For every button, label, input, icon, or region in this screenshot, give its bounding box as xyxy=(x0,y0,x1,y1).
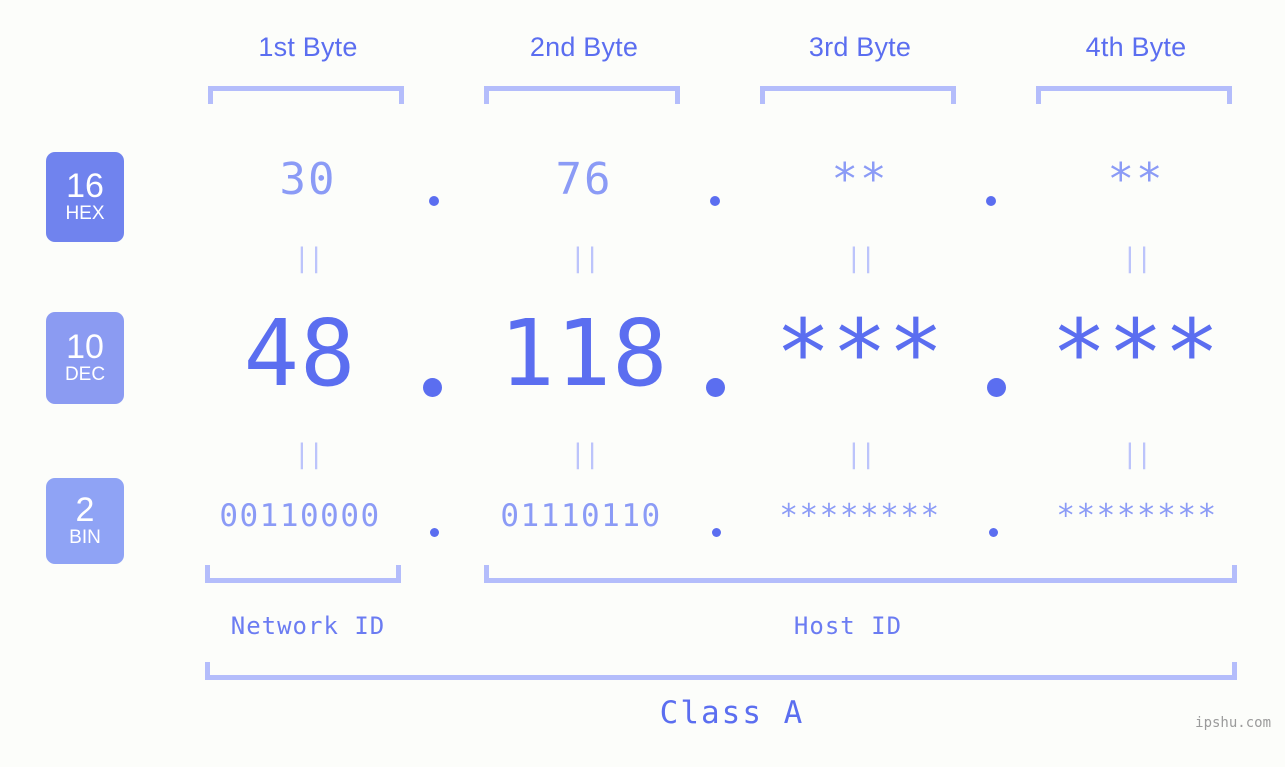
hex-byte-3: ** xyxy=(831,154,889,205)
byte-bracket-3 xyxy=(760,86,956,104)
network-id-bracket xyxy=(205,565,401,583)
equality-bar-dec-bin-3: || xyxy=(845,439,877,470)
base-badge-dec: 10 DEC xyxy=(46,312,124,404)
hex-byte-4: ** xyxy=(1107,154,1165,205)
dec-dot-3 xyxy=(987,378,1006,397)
byte-bracket-2 xyxy=(484,86,680,104)
equality-bar-hex-dec-4: || xyxy=(1121,243,1153,274)
network-id-label: Network ID xyxy=(230,612,386,640)
hex-dot-2 xyxy=(710,196,720,206)
byte-header-2: 2nd Byte xyxy=(529,32,639,62)
base-badge-dec-number: 10 xyxy=(66,328,104,366)
dec-byte-1: 48 xyxy=(243,300,357,407)
host-id-bracket xyxy=(484,565,1237,583)
ip-address-breakdown-diagram: 1st Byte 2nd Byte 3rd Byte 4th Byte 16 H… xyxy=(0,0,1285,767)
class-label: Class A xyxy=(659,695,805,731)
base-badge-bin-label: BIN xyxy=(69,527,101,548)
bin-byte-1: 00110000 xyxy=(219,498,381,534)
base-badge-dec-label: DEC xyxy=(64,364,106,385)
byte-header-1: 1st Byte xyxy=(258,32,358,62)
equality-bar-dec-bin-4: || xyxy=(1121,439,1153,470)
base-badge-hex-label: HEX xyxy=(65,203,105,224)
equality-bar-hex-dec-2: || xyxy=(569,243,601,274)
byte-header-3: 3rd Byte xyxy=(808,32,912,62)
class-bracket xyxy=(205,662,1237,680)
hex-dot-1 xyxy=(429,196,439,206)
base-badge-bin: 2 BIN xyxy=(46,478,124,564)
base-badge-bin-number: 2 xyxy=(75,491,95,529)
equality-bar-dec-bin-1: || xyxy=(293,439,325,470)
byte-bracket-4 xyxy=(1036,86,1232,104)
bin-dot-1 xyxy=(430,528,439,537)
hex-dot-3 xyxy=(986,196,996,206)
base-badge-hex-number: 16 xyxy=(66,167,104,205)
bin-byte-3: ******** xyxy=(779,498,941,534)
equality-bar-dec-bin-2: || xyxy=(569,439,601,470)
bin-dot-2 xyxy=(712,528,721,537)
bin-byte-2: 01110110 xyxy=(500,498,662,534)
dec-byte-4: *** xyxy=(1051,300,1221,407)
byte-bracket-1 xyxy=(208,86,404,104)
host-id-label: Host ID xyxy=(793,612,903,640)
equality-bar-hex-dec-3: || xyxy=(845,243,877,274)
bin-byte-4: ******** xyxy=(1056,498,1218,534)
site-watermark: ipshu.com xyxy=(1195,715,1271,731)
dec-dot-1 xyxy=(423,378,442,397)
dec-byte-2: 118 xyxy=(499,300,669,407)
dec-dot-2 xyxy=(706,378,725,397)
base-badge-hex: 16 HEX xyxy=(46,152,124,242)
dec-byte-3: *** xyxy=(775,300,945,407)
hex-byte-1: 30 xyxy=(279,154,337,205)
byte-header-4: 4th Byte xyxy=(1085,32,1187,62)
equality-bar-hex-dec-1: || xyxy=(293,243,325,274)
hex-byte-2: 76 xyxy=(555,154,613,205)
bin-dot-3 xyxy=(989,528,998,537)
